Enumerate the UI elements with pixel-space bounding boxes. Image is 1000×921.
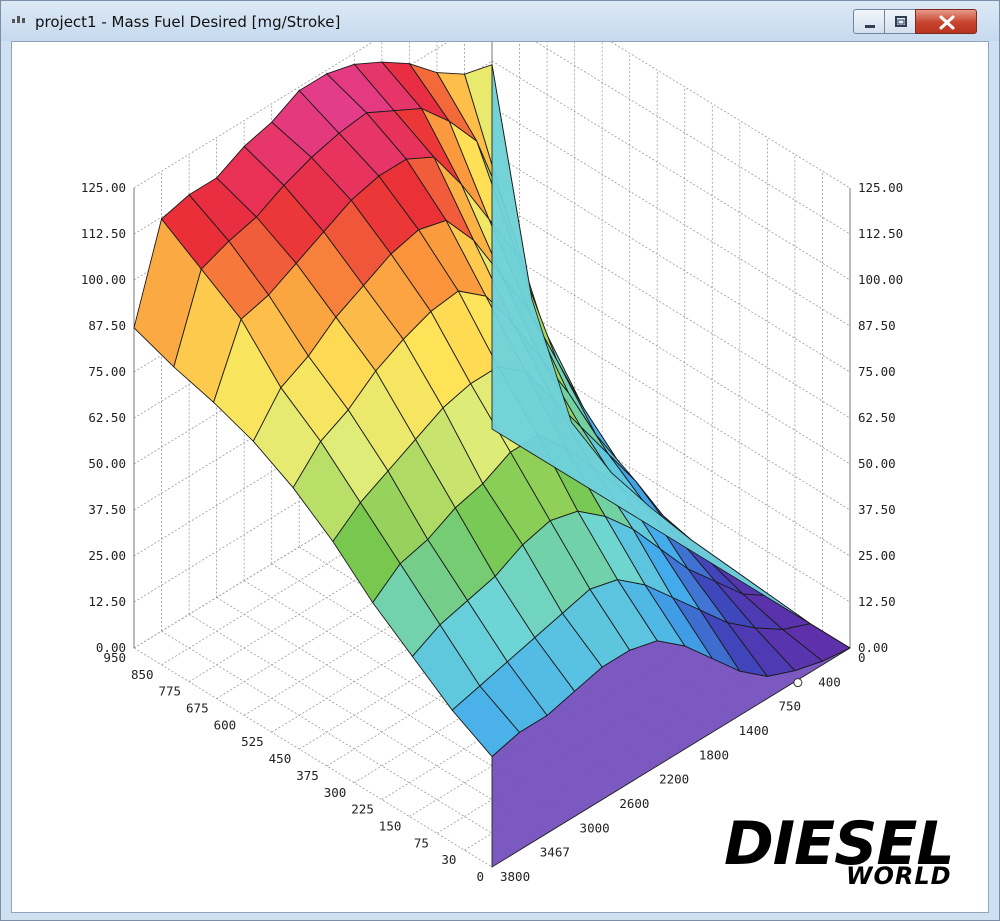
x-tick: 375 <box>296 768 319 783</box>
x-tick: 150 <box>379 818 402 833</box>
z-tick-left: 50.00 <box>88 456 126 471</box>
logo-world: WORLD <box>846 862 952 890</box>
z-tick-right: 37.50 <box>858 502 896 517</box>
grid-line <box>491 106 851 327</box>
z-tick-left: 112.50 <box>81 226 126 241</box>
x-tick: 225 <box>351 802 374 817</box>
z-tick-right: 50.00 <box>858 456 896 471</box>
y-tick: 750 <box>778 699 801 714</box>
y-tick: 400 <box>818 674 841 689</box>
x-tick: 600 <box>214 717 237 732</box>
x-tick: 950 <box>103 650 126 665</box>
z-tick-right: 12.50 <box>858 594 896 609</box>
title-bar[interactable]: project1 - Mass Fuel Desired [mg/Stroke] <box>1 1 999 41</box>
z-tick-right: 87.50 <box>858 318 896 333</box>
grid-line <box>610 42 851 189</box>
restore-icon <box>895 16 907 27</box>
z-tick-left: 12.50 <box>88 594 126 609</box>
y-tick: 3800 <box>500 869 530 884</box>
z-tick-left: 62.50 <box>88 410 126 425</box>
z-tick-left: 87.50 <box>88 318 126 333</box>
y-tick: 3467 <box>540 845 570 860</box>
z-tick-right: 25.00 <box>858 548 896 563</box>
y-tick: 1400 <box>739 723 769 738</box>
app-window: project1 - Mass Fuel Desired [mg/Stroke]… <box>0 0 1000 921</box>
z-tick-left: 25.00 <box>88 548 126 563</box>
z-tick-right: 100.00 <box>858 272 903 287</box>
y-tick: 2600 <box>619 796 649 811</box>
y-tick: 3000 <box>580 820 610 835</box>
z-tick-left: 37.50 <box>88 502 126 517</box>
close-button[interactable] <box>915 9 977 34</box>
close-icon <box>939 15 955 30</box>
z-tick-left: 75.00 <box>88 364 126 379</box>
x-tick: 675 <box>186 701 209 716</box>
z-tick-left: 125.00 <box>81 180 126 195</box>
minimize-button[interactable] <box>853 9 885 34</box>
surface-plot[interactable]: 125.00 125.00 112.50 112.50 100.00 100.00 87.5… <box>12 42 988 912</box>
x-tick: 30 <box>441 852 456 867</box>
y-tick: 1800 <box>699 747 729 762</box>
x-tick: 300 <box>324 785 347 800</box>
x-tick: 0 <box>476 869 484 884</box>
z-tick-right: 75.00 <box>858 364 896 379</box>
plot-area[interactable]: 125.00 125.00 112.50 112.50 100.00 100.00 87.5… <box>11 41 989 913</box>
grid-line <box>535 42 851 235</box>
cursor-marker[interactable] <box>793 678 803 688</box>
x-tick: 525 <box>241 734 264 749</box>
window-title: project1 - Mass Fuel Desired [mg/Stroke] <box>35 13 341 31</box>
z-tick-right: 112.50 <box>858 226 903 241</box>
z-tick-right: 62.50 <box>858 410 896 425</box>
diesel-world-logo: DIESEL WORLD <box>724 809 955 890</box>
x-tick: 775 <box>158 684 181 699</box>
maximize-button[interactable] <box>884 9 916 34</box>
z-tick-left: 100.00 <box>81 272 126 287</box>
y-tick: 2200 <box>659 772 689 787</box>
x-tick: 450 <box>269 751 292 766</box>
app-icon <box>12 16 25 23</box>
y-tick: 0 <box>858 650 866 665</box>
minimize-icon <box>865 25 875 28</box>
x-tick: 75 <box>414 835 429 850</box>
grid-line <box>491 60 851 281</box>
x-tick: 850 <box>131 667 154 682</box>
z-tick-right: 125.00 <box>858 180 903 195</box>
